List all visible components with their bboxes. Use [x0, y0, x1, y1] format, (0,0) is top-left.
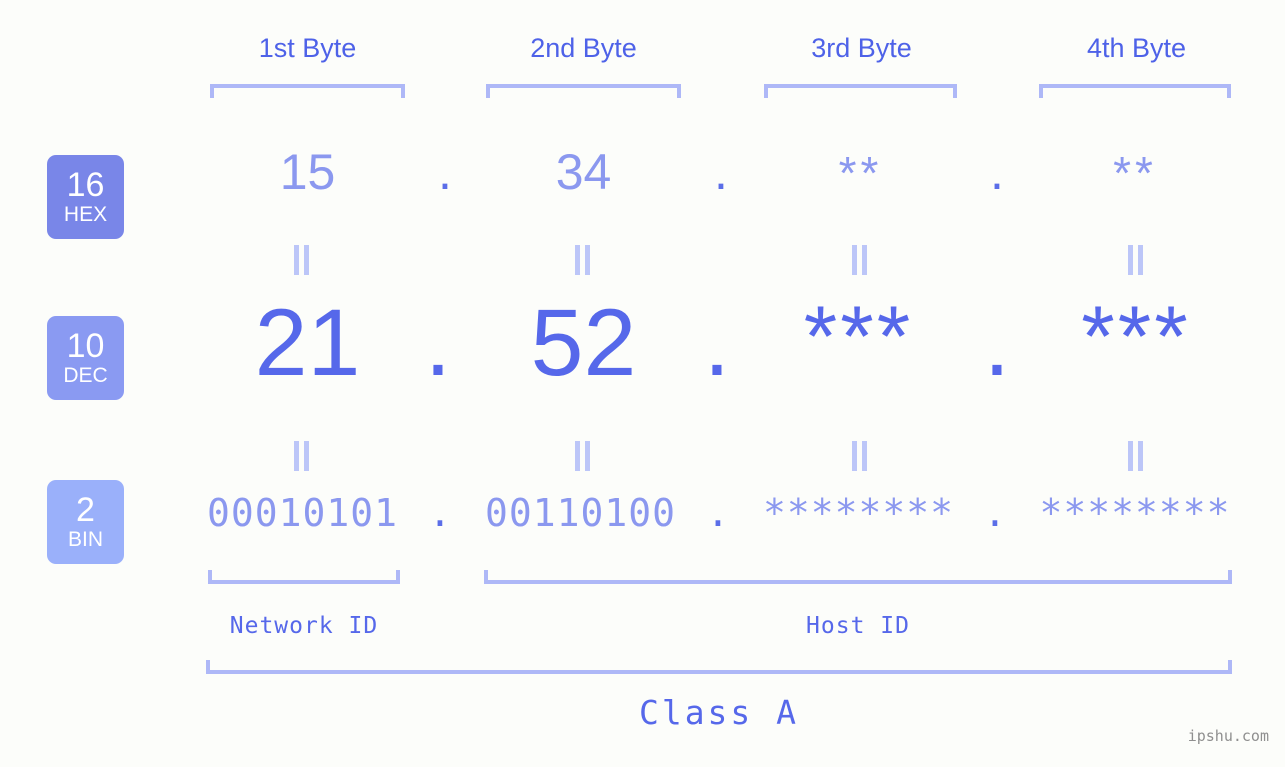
- class-label: Class A: [638, 693, 800, 732]
- byte-header-4: 4th Byte: [1086, 33, 1187, 63]
- hex-byte-3-value: **: [838, 147, 883, 199]
- base-badge-dec-name: DEC: [63, 363, 108, 387]
- equals-icon-dec-bin-2: [574, 441, 592, 471]
- equals-icon-dec-bin-4: [1127, 441, 1145, 471]
- network-id-label: Network ID: [229, 613, 379, 639]
- base-badge-hex-name: HEX: [63, 202, 108, 226]
- ip-address-breakdown-diagram: 1st Byte 2nd Byte 3rd Byte 4th Byte 16 H…: [0, 0, 1285, 767]
- class-bracket-icon: [206, 660, 1232, 674]
- equals-icon-dec-bin-3: [851, 441, 869, 471]
- byte-bracket-2-icon: [486, 84, 681, 98]
- dec-separator-1: .: [424, 290, 452, 396]
- hex-byte-2-value: 34: [555, 144, 612, 200]
- watermark: ipshu.com: [1187, 727, 1269, 745]
- equals-icon-hex-dec-4: [1127, 245, 1145, 275]
- equals-icon-hex-dec-3: [851, 245, 869, 275]
- dec-byte-2-value: 52: [530, 290, 637, 396]
- bin-byte-4-value: ********: [1039, 491, 1231, 535]
- bin-separator-2: .: [706, 491, 730, 535]
- dec-separator-2: .: [703, 290, 731, 396]
- bin-separator-1: .: [428, 491, 452, 535]
- bin-byte-2-value: 00110100: [484, 491, 677, 535]
- bin-separator-3: .: [983, 491, 1007, 535]
- byte-bracket-1-icon: [210, 84, 405, 98]
- host-id-bracket-icon: [484, 570, 1232, 584]
- byte-header-1: 1st Byte: [258, 33, 357, 63]
- hex-separator-3: .: [990, 144, 1004, 200]
- hex-separator-2: .: [714, 144, 728, 200]
- dec-byte-3-value: ***: [803, 289, 914, 385]
- hex-separator-1: .: [438, 144, 452, 200]
- bin-byte-3-value: ********: [762, 491, 955, 535]
- byte-header-3: 3rd Byte: [811, 33, 912, 63]
- byte-bracket-3-icon: [764, 84, 957, 98]
- base-badge-bin-name: BIN: [67, 527, 103, 551]
- bin-byte-1-value: 00010101: [206, 491, 399, 535]
- equals-icon-hex-dec-2: [574, 245, 592, 275]
- hex-byte-1-value: 15: [279, 144, 336, 200]
- base-badge-hex-number: 16: [66, 166, 105, 205]
- equals-icon-hex-dec-1: [293, 245, 311, 275]
- dec-byte-1-value: 21: [254, 290, 361, 396]
- base-badge-hex: 16 HEX: [47, 155, 124, 239]
- hex-byte-4-value: **: [1113, 147, 1157, 199]
- base-badge-bin-number: 2: [76, 491, 95, 530]
- host-id-label: Host ID: [806, 613, 910, 639]
- byte-bracket-4-icon: [1039, 84, 1231, 98]
- base-badge-dec: 10 DEC: [47, 316, 124, 400]
- byte-header-2: 2nd Byte: [530, 33, 637, 63]
- base-badge-bin: 2 BIN: [47, 480, 124, 564]
- dec-separator-3: .: [983, 290, 1011, 396]
- equals-icon-dec-bin-1: [293, 441, 311, 471]
- network-id-bracket-icon: [208, 570, 400, 584]
- dec-byte-4-value: ***: [1081, 289, 1191, 385]
- base-badge-dec-number: 10: [66, 327, 105, 366]
